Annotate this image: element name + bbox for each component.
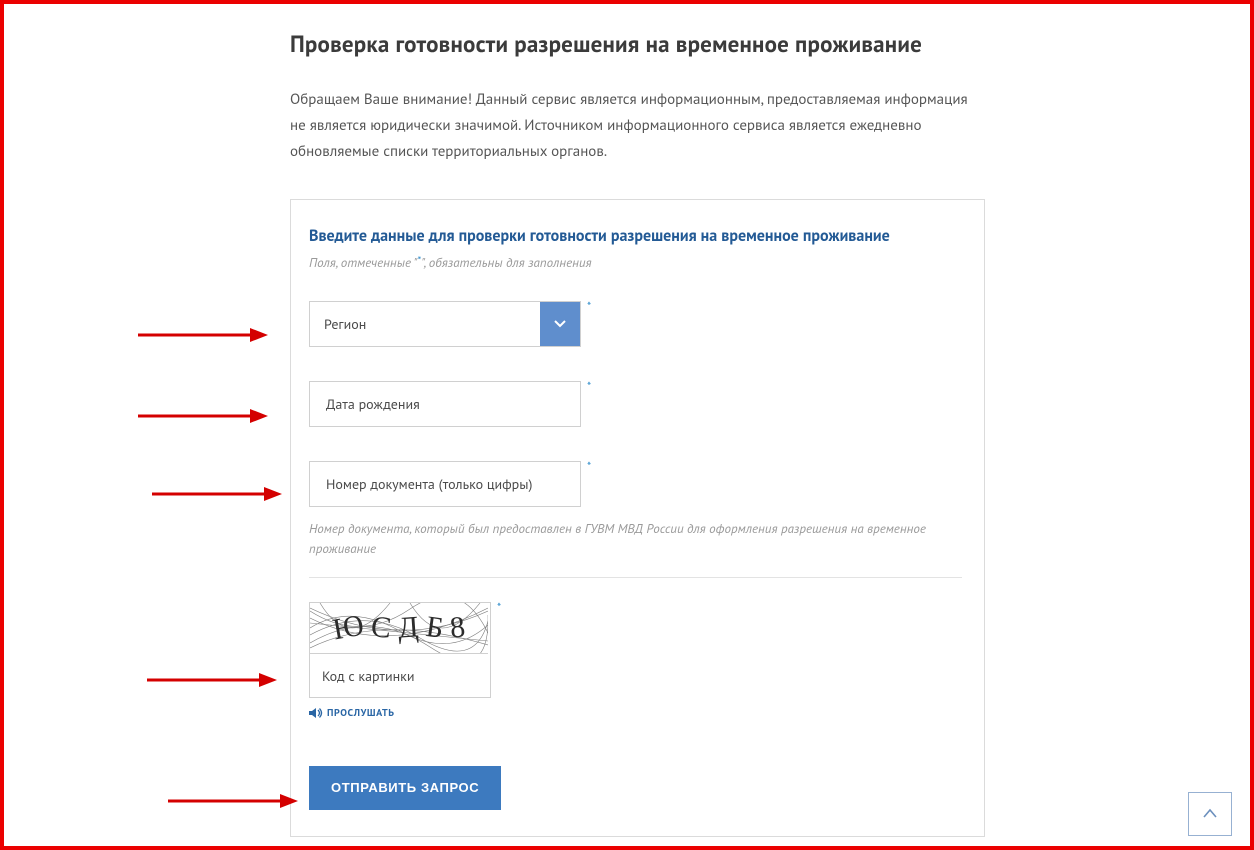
annotation-arrow-icon: [168, 791, 298, 811]
scroll-top-button[interactable]: [1188, 792, 1232, 836]
listen-label: ПРОСЛУШАТЬ: [327, 706, 395, 719]
captcha-char: С: [369, 610, 392, 646]
required-star: *: [587, 379, 591, 394]
docnum-row: *: [309, 461, 962, 507]
annotation-arrow-icon: [138, 406, 268, 426]
docnum-hint: Номер документа, который был предоставле…: [309, 519, 949, 559]
dob-field-wrap: [309, 381, 581, 427]
dob-input[interactable]: [324, 381, 566, 427]
form-box: Введите данные для проверки готовности р…: [290, 199, 985, 837]
captcha-letters: Ю С Д Б 8: [310, 603, 488, 653]
docnum-input[interactable]: [324, 461, 566, 507]
main-content: Проверка готовности разрешения на времен…: [290, 30, 985, 837]
required-star: *: [497, 600, 501, 615]
page-title: Проверка готовности разрешения на времен…: [290, 30, 985, 59]
dob-row: *: [309, 381, 962, 427]
captcha-block: Ю С Д Б 8 *: [309, 602, 962, 724]
page-root: Проверка готовности разрешения на времен…: [0, 0, 1254, 850]
form-heading: Введите данные для проверки готовности р…: [309, 226, 962, 246]
captcha-char: Д: [397, 610, 420, 645]
captcha-char: 8: [448, 610, 466, 645]
chevron-up-icon: [1201, 805, 1219, 823]
region-select[interactable]: Регион: [309, 301, 581, 347]
captcha-char: Б: [423, 610, 445, 646]
submit-button[interactable]: ОТПРАВИТЬ ЗАПРОС: [309, 766, 501, 810]
region-placeholder: Регион: [324, 315, 540, 333]
captcha-image: Ю С Д Б 8: [310, 603, 488, 653]
listen-captcha-button[interactable]: ПРОСЛУШАТЬ: [309, 706, 395, 719]
required-star: *: [587, 459, 591, 474]
hint-post: ", обязательны для заполнения: [421, 254, 591, 271]
annotation-arrow-icon: [152, 484, 282, 504]
required-hint: Поля, отмеченные "*", обязательны для за…: [309, 254, 962, 271]
captcha-stack: Ю С Д Б 8: [309, 602, 491, 698]
intro-text: Обращаем Ваше внимание! Данный сервис яв…: [290, 87, 985, 165]
captcha-char: Ю: [331, 609, 367, 648]
hint-pre: Поля, отмеченные ": [309, 254, 418, 271]
speaker-icon: [309, 707, 323, 719]
required-star: *: [587, 299, 591, 314]
divider: [309, 577, 962, 578]
docnum-field-wrap: [309, 461, 581, 507]
annotation-arrow-icon: [138, 325, 268, 345]
captcha-input[interactable]: [310, 653, 488, 697]
region-row: Регион *: [309, 301, 962, 347]
annotation-arrow-icon: [147, 670, 277, 690]
chevron-down-icon[interactable]: [540, 302, 580, 346]
